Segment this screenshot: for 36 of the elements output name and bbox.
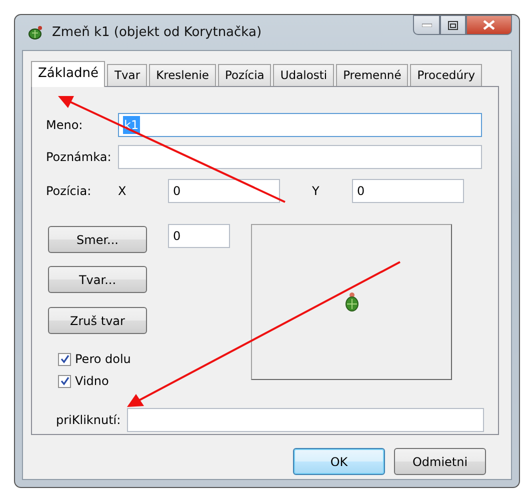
- direction-button[interactable]: Smer...: [48, 226, 147, 253]
- tab[interactable]: Tvar: [107, 64, 148, 86]
- field-label: Meno:: [46, 117, 84, 134]
- turtle-icon: [26, 24, 44, 42]
- shape-button[interactable]: Tvar...: [48, 266, 147, 293]
- minimize-icon: [422, 23, 432, 27]
- y-label: Y: [312, 183, 320, 200]
- tab[interactable]: Základné: [31, 61, 106, 87]
- checkbox-label: Pero dolu: [75, 351, 131, 368]
- tab[interactable]: Udalosti: [273, 64, 334, 86]
- note-field[interactable]: [118, 145, 482, 169]
- checkbox[interactable]: [58, 374, 71, 388]
- field-label: Poznámka:: [46, 149, 112, 166]
- x-label: X: [118, 183, 128, 200]
- field-label: priKliknutí:: [56, 412, 122, 429]
- checkbox-label: Vidno: [75, 373, 109, 390]
- clear-shape-button[interactable]: Zruš tvar: [48, 307, 147, 334]
- tab[interactable]: Premenné: [336, 64, 408, 86]
- dialog-button[interactable]: OK: [293, 448, 385, 475]
- field-label: Pozícia:: [46, 183, 92, 200]
- maximize-button[interactable]: [440, 15, 466, 35]
- on-click-field[interactable]: [127, 408, 484, 432]
- minimize-button[interactable]: [413, 15, 440, 35]
- x-field[interactable]: 0: [168, 179, 280, 203]
- direction-field[interactable]: 0: [168, 224, 230, 248]
- tab[interactable]: Procedúry: [410, 64, 482, 86]
- y-field[interactable]: 0: [352, 179, 464, 203]
- maximize-icon: [448, 20, 458, 30]
- checkbox[interactable]: [58, 352, 71, 366]
- tab[interactable]: Kreslenie: [149, 64, 216, 86]
- tab[interactable]: Pozícia: [218, 64, 272, 86]
- window-title: Zmeň k1 (objekt od Korytnačka): [52, 24, 262, 42]
- dialog-button[interactable]: Odmietni: [394, 448, 486, 475]
- turtle-icon: [344, 292, 358, 312]
- close-icon: [483, 20, 495, 30]
- close-button[interactable]: [466, 15, 512, 35]
